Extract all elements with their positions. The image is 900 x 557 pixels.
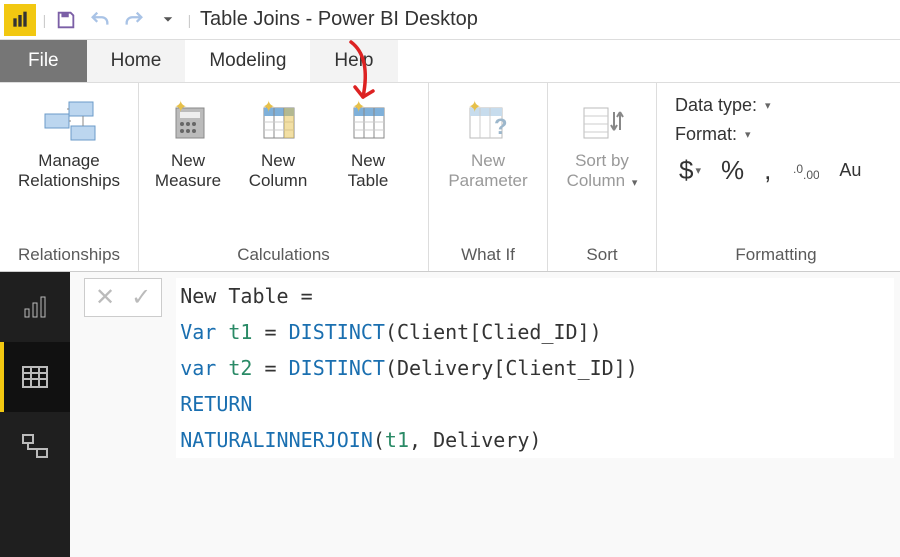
formula-actions: ✕ ✓: [84, 278, 162, 317]
ribbon-tabs: File Home Modeling Help: [0, 40, 900, 82]
new-parameter-button[interactable]: ?✦ New Parameter: [433, 89, 543, 198]
percent-button[interactable]: %: [717, 153, 748, 188]
decimals-button[interactable]: .0.00: [787, 157, 823, 185]
group-relationships: Manage Relationships Relationships: [0, 83, 139, 271]
new-column-label: New Column: [249, 151, 308, 192]
view-switcher: [0, 272, 70, 557]
model-view-button[interactable]: [0, 412, 70, 482]
formula-area: ✕ ✓ New Table = Var t1 = DISTINCT(Client…: [70, 272, 900, 557]
new-parameter-label: New Parameter: [448, 151, 527, 192]
titlebar: | ⏷ | Table Joins - Power BI Desktop: [0, 0, 900, 40]
group-sort: Sort by Column ▾ Sort: [548, 83, 657, 271]
group-calculations-label: Calculations: [143, 241, 424, 271]
content-area: ✕ ✓ New Table = Var t1 = DISTINCT(Client…: [0, 272, 900, 557]
report-view-button[interactable]: [0, 272, 70, 342]
data-view-button[interactable]: [0, 342, 70, 412]
svg-text:?: ?: [494, 114, 507, 139]
svg-text:.0: .0: [793, 162, 803, 176]
parameter-icon: ?✦: [464, 95, 512, 149]
relationships-icon: [41, 95, 97, 149]
thousands-button[interactable]: ,: [760, 153, 775, 188]
undo-button[interactable]: [86, 6, 114, 34]
new-table-label: New Table: [348, 151, 389, 192]
tab-home[interactable]: Home: [87, 40, 186, 82]
currency-button[interactable]: $▾: [675, 153, 705, 188]
svg-text:✦: ✦: [352, 100, 365, 116]
svg-text:✦: ✦: [262, 100, 275, 116]
formula-editor[interactable]: New Table = Var t1 = DISTINCT(Client[Cli…: [176, 278, 894, 458]
window-title: Table Joins - Power BI Desktop: [200, 8, 478, 31]
manage-relationships-button[interactable]: Manage Relationships: [4, 89, 134, 198]
customize-qa-button[interactable]: ⏷: [154, 6, 182, 34]
table-icon: ✦: [346, 95, 390, 149]
group-relationships-label: Relationships: [4, 241, 134, 271]
new-column-button[interactable]: ✦ New Column: [233, 89, 323, 198]
measure-icon: ✦: [166, 95, 210, 149]
redo-button[interactable]: [120, 6, 148, 34]
sort-icon: [578, 95, 626, 149]
cancel-formula-button[interactable]: ✕: [95, 283, 115, 312]
group-whatif: ?✦ New Parameter What If: [429, 83, 548, 271]
new-table-button[interactable]: ✦ New Table: [323, 89, 413, 198]
datatype-dropdown[interactable]: Data type:▾: [675, 95, 883, 116]
manage-relationships-label: Manage Relationships: [18, 151, 120, 192]
sort-by-column-label: Sort by Column ▾: [567, 151, 638, 192]
qa-separator-2: |: [185, 0, 194, 39]
column-icon: ✦: [256, 95, 300, 149]
ribbon: Manage Relationships Relationships ✦ New…: [0, 82, 900, 272]
group-whatif-label: What If: [433, 241, 543, 271]
group-sort-label: Sort: [552, 241, 652, 271]
qa-separator: |: [40, 0, 49, 39]
sort-by-column-button[interactable]: Sort by Column ▾: [552, 89, 652, 198]
tab-file[interactable]: File: [0, 40, 87, 82]
tab-help[interactable]: Help: [310, 40, 397, 82]
tab-modeling[interactable]: Modeling: [185, 40, 310, 82]
format-dropdown[interactable]: Format:▾: [675, 124, 883, 145]
auto-button[interactable]: Au: [835, 158, 865, 183]
group-formatting-label: Formatting: [661, 241, 891, 271]
svg-text:✦: ✦: [468, 100, 481, 116]
commit-formula-button[interactable]: ✓: [131, 283, 151, 312]
new-measure-button[interactable]: ✦ New Measure: [143, 89, 233, 198]
group-calculations: ✦ New Measure ✦ New Column ✦ New Table: [139, 83, 429, 271]
new-measure-label: New Measure: [155, 151, 221, 192]
app-icon: [4, 4, 36, 36]
save-button[interactable]: [52, 6, 80, 34]
svg-text:.00: .00: [803, 168, 819, 182]
group-formatting: Data type:▾ Format:▾ $▾ % , .0.00 Au For…: [657, 83, 895, 271]
svg-text:✦: ✦: [174, 100, 187, 116]
